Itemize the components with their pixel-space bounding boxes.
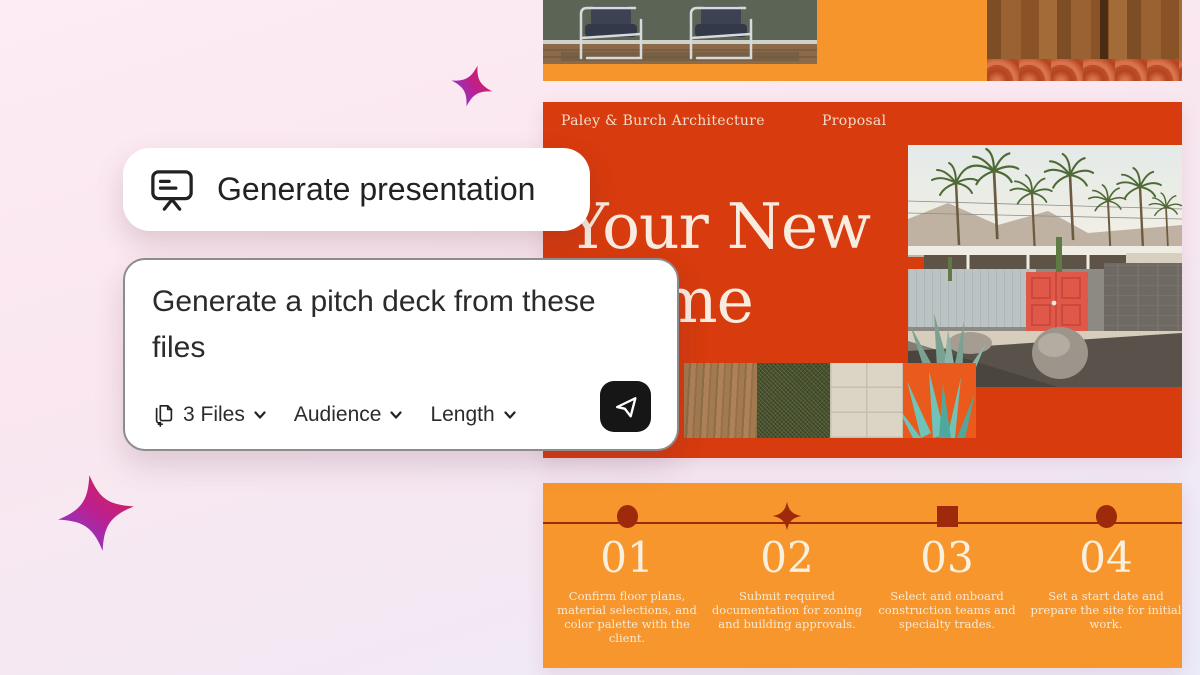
audience-dropdown[interactable]: Audience — [294, 403, 405, 427]
chevron-down-icon — [388, 407, 404, 423]
step-number: 01 — [542, 535, 712, 581]
send-arrow-icon — [612, 393, 640, 421]
timeline-marker-circle — [617, 505, 638, 528]
green-fabric-swatch — [757, 363, 830, 438]
screenshot-root: Paley & Burch Architecture Proposal Your… — [0, 0, 1200, 675]
timeline-marker-square — [937, 506, 958, 527]
slide-top-cropped — [543, 0, 1182, 81]
prompt-card: Generate a pitch deck from these files 3… — [123, 258, 679, 451]
chevron-down-icon — [252, 407, 268, 423]
length-dropdown-label: Length — [430, 403, 494, 427]
timeline-marker-circle — [1096, 505, 1117, 528]
sparkle-icon — [49, 465, 142, 562]
timeline-step-4: 04 Set a start date and prepare the site… — [1021, 499, 1191, 631]
step-number: 03 — [862, 535, 1032, 581]
chairs-photo — [543, 0, 817, 64]
files-dropdown-label: 3 Files — [183, 403, 245, 427]
add-files-icon — [152, 403, 176, 427]
generate-presentation-button[interactable]: Generate presentation — [123, 148, 590, 231]
step-number: 04 — [1021, 535, 1191, 581]
chevron-down-icon — [502, 407, 518, 423]
send-button[interactable] — [600, 381, 651, 432]
timeline-step-2: 02 Submit required documentation for zon… — [702, 499, 872, 631]
wood-swatch — [684, 363, 757, 438]
timeline-step-3: 03 Select and onboard construction teams… — [862, 499, 1032, 631]
sparkle-icon — [445, 58, 499, 114]
timeline-step-1: 01 Confirm floor plans, material selecti… — [542, 499, 712, 645]
step-description: Set a start date and prepare the site fo… — [1030, 589, 1182, 631]
step-description: Submit required documentation for zoning… — [711, 589, 863, 631]
timeline-marker-diamond-star — [772, 501, 802, 531]
step-description: Confirm floor plans, material selections… — [551, 589, 703, 645]
palm-springs-house-photo — [908, 145, 1182, 387]
agave-leaves — [903, 363, 976, 438]
files-dropdown[interactable]: 3 Files — [152, 403, 268, 427]
slide-timeline: 01 Confirm floor plans, material selecti… — [543, 483, 1182, 668]
slide-heading-line1: Your New — [567, 190, 870, 264]
wood-couch-photo — [987, 0, 1182, 81]
audience-dropdown-label: Audience — [294, 403, 382, 427]
step-number: 02 — [702, 535, 872, 581]
slide-company-name: Paley & Burch Architecture — [561, 113, 765, 129]
prompt-options-row: 3 Files Audience Length — [152, 403, 518, 427]
step-description: Select and onboard construction teams an… — [871, 589, 1023, 631]
material-swatches — [684, 363, 976, 438]
agave-swatch — [903, 363, 976, 438]
prompt-input[interactable]: Generate a pitch deck from these files — [152, 279, 622, 371]
presentation-board-icon — [149, 168, 195, 212]
generate-presentation-label: Generate presentation — [217, 171, 535, 208]
slide-doc-type: Proposal — [822, 113, 886, 129]
length-dropdown[interactable]: Length — [430, 403, 517, 427]
tile-swatch — [830, 363, 903, 438]
